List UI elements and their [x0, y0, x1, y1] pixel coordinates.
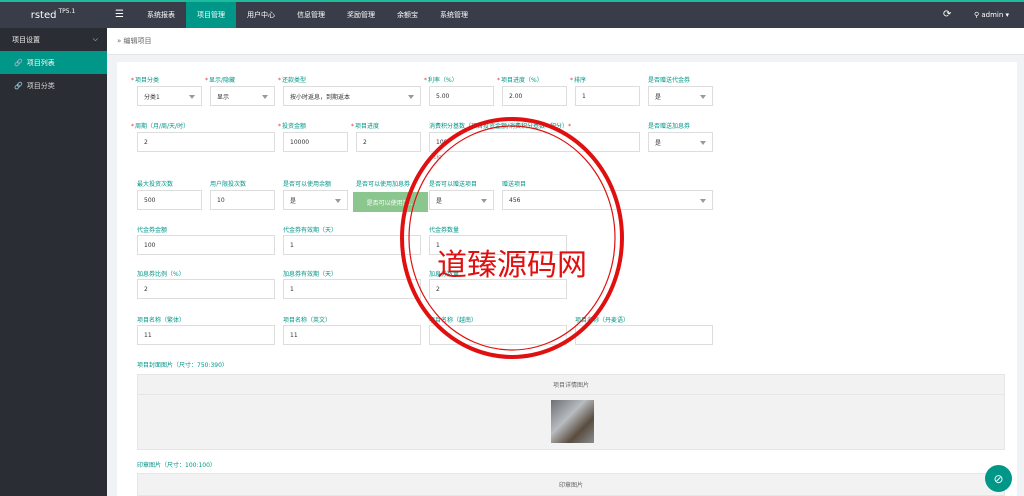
link-icon: 🔗 [14, 81, 23, 90]
label-visibility: *显示/隐藏 [205, 77, 236, 84]
stamp-image-upload[interactable]: 印章图片 [137, 473, 1005, 496]
use-balance-select[interactable]: 是 [283, 190, 348, 210]
label-max-invest: 最大投资次数 [137, 181, 174, 188]
label-voucher-count: 代金券数量 [429, 227, 460, 234]
sidebar-item-project-category[interactable]: 🔗 项目分类 [0, 74, 107, 97]
refresh-icon[interactable]: ⟳ [943, 9, 951, 20]
label-coupon-validity: 加息券有效期（天） [283, 271, 338, 278]
progress-pct-input[interactable]: 2.00 [502, 86, 567, 106]
use-coupon-tooltip: 是否可以使用加... [353, 192, 428, 212]
nav-item-projects[interactable]: 项目管理 [186, 2, 236, 28]
progress-input[interactable]: 2 [356, 132, 421, 152]
coupon-rate-input[interactable]: 2 [137, 279, 275, 299]
label-category: *项目分类 [131, 77, 160, 84]
gift-project-select[interactable]: 456 [502, 190, 713, 210]
label-repay-type: *还款类型 [278, 77, 307, 84]
give-coupon-select[interactable]: 是 [648, 132, 713, 152]
nav-item-info[interactable]: 信息管理 [286, 2, 336, 28]
label-sort: *排序 [570, 77, 587, 84]
breadcrumb-current: 编辑项目 [123, 37, 152, 45]
label-give-coupon: 是否赠送加息券 [648, 123, 691, 130]
label-coupon-rate: 加息券比例（%） [137, 271, 185, 278]
label-give-project: 是否可以赠送项目 [429, 181, 478, 188]
rate-input[interactable]: 5.00 [429, 86, 494, 106]
label-name-traditional: 项目名称（繁体） [137, 317, 186, 324]
label-coupon-count: 加息券数量 [429, 271, 460, 278]
period-input[interactable]: 2 [137, 132, 275, 152]
nav-item-system[interactable]: 系统管理 [429, 2, 479, 28]
help-float-icon[interactable]: ⊘ [985, 465, 1012, 492]
label-voucher-amount: 代金券金额 [137, 227, 168, 234]
nav-item-rewards[interactable]: 奖励管理 [336, 2, 386, 28]
main-nav: 系统报表 项目管理 用户中心 信息管理 奖励管理 余额宝 系统管理 [136, 2, 479, 28]
coupon-validity-input[interactable]: 1 [283, 279, 421, 299]
detail-image-title: 项目详情图片 [138, 375, 1004, 395]
nav-item-balance[interactable]: 余额宝 [386, 2, 429, 28]
sort-input[interactable]: 1 [575, 86, 640, 106]
label-rate: *利率（%） [424, 77, 458, 84]
label-period: *周期（月/周/天/时） [131, 123, 190, 130]
sidebar-item-project-list[interactable]: 🔗 项目列表 [0, 51, 107, 74]
visibility-select[interactable]: 显示 [210, 86, 275, 106]
name-traditional-input[interactable]: 11 [137, 325, 275, 345]
label-give-voucher: 是否赠送代金券 [648, 77, 691, 84]
invest-amount-input[interactable]: 10000 [283, 132, 348, 152]
max-invest-input[interactable]: 500 [137, 190, 202, 210]
link-icon: 🔗 [14, 58, 23, 67]
label-gift-project: 赠送项目 [502, 181, 527, 188]
label-name-danish: 项目名称（丹麦语） [575, 317, 630, 324]
points-base-input[interactable]: 100 [429, 132, 640, 152]
coupon-count-input[interactable]: 2 [429, 279, 567, 299]
detail-image-thumbnail[interactable] [551, 400, 594, 443]
voucher-amount-input[interactable]: 100 [137, 235, 275, 255]
top-navbar: rsted TP5.1 ☰ 系统报表 项目管理 用户中心 信息管理 奖励管理 余额… [0, 0, 1024, 28]
menu-toggle-icon[interactable]: ☰ [115, 9, 124, 20]
sidebar-group-project-settings[interactable]: 项目设置 ⌵ [0, 28, 107, 51]
label-stamp-image: 印章图片（尺寸：100:100） [137, 462, 216, 469]
detail-image-upload[interactable]: 项目详情图片 [137, 374, 1005, 450]
label-name-english: 项目名称（英文） [283, 317, 332, 324]
voucher-count-input[interactable]: 1 [429, 235, 567, 255]
label-progress: *项目进度 [351, 123, 380, 130]
voucher-validity-input[interactable]: 1 [283, 235, 421, 255]
name-vietnamese-input[interactable] [429, 325, 567, 345]
nav-item-users[interactable]: 用户中心 [236, 2, 286, 28]
label-use-coupon: 是否可以使用加息券 [356, 181, 411, 188]
name-english-input[interactable]: 11 [283, 325, 421, 345]
label-points-base: 消费积分基数（项目投资金额/消费积分基数=积分）* [429, 123, 572, 130]
chevron-down-icon: ⌵ [92, 35, 98, 43]
name-danish-input[interactable] [575, 325, 713, 345]
label-name-vietnamese: 项目名称（越南） [429, 317, 478, 324]
give-project-select[interactable]: 是 [429, 190, 494, 210]
label-user-limit: 用户限投次数 [210, 181, 247, 188]
label-use-balance: 是否可以使用余额 [283, 181, 332, 188]
sidebar: 项目设置 ⌵ 🔗 项目列表 🔗 项目分类 [0, 28, 107, 496]
label-cover-image: 项目封面图片（尺寸：750:390） [137, 362, 228, 369]
label-voucher-validity: 代金券有效期（天） [283, 227, 338, 234]
breadcrumb: » 编辑项目 [107, 28, 1024, 55]
category-select[interactable]: 分类1 [137, 86, 202, 106]
repay-type-select[interactable]: 按小时返息，到期返本 [283, 86, 421, 106]
user-limit-input[interactable]: 10 [210, 190, 275, 210]
label-invest-amount: *投资金额 [278, 123, 307, 130]
brand-logo[interactable]: rsted TP5.1 [0, 2, 106, 28]
label-progress-pct: *项目进度（%） [497, 77, 543, 84]
points-hint: =1积 [429, 155, 442, 161]
nav-item-reports[interactable]: 系统报表 [136, 2, 186, 28]
user-menu[interactable]: ⚲ admin ▾ [974, 11, 1009, 19]
give-voucher-select[interactable]: 是 [648, 86, 713, 106]
